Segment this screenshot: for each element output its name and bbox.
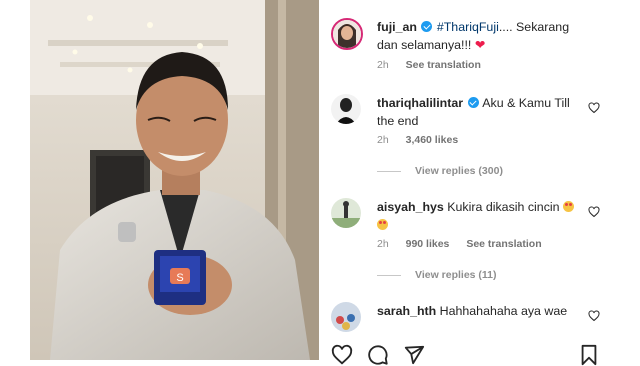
comments-panel: fuji_an #ThariqFuji.... Sekarang dan sel… — [319, 0, 610, 366]
heart-eyes-emoji-icon — [563, 201, 574, 212]
avatar[interactable] — [331, 94, 361, 124]
page-margin — [610, 0, 640, 360]
see-translation-link[interactable]: See translation — [466, 238, 541, 250]
red-heart-emoji: ❤ — [474, 38, 486, 52]
post-video-image: S — [30, 0, 319, 360]
post-action-bar — [331, 344, 601, 366]
comment-username[interactable]: sarah_hth — [377, 304, 436, 318]
like-heart-icon[interactable] — [588, 310, 600, 322]
heart-eyes-emoji-icon — [377, 219, 388, 230]
comment-likes[interactable]: 3,460 likes — [406, 134, 459, 146]
caption-hashtag[interactable]: #ThariqFuji — [437, 20, 499, 34]
comment-time: 2h — [377, 238, 389, 250]
heart-icon[interactable] — [331, 344, 353, 366]
comment-text: Kukira dikasih cincin — [447, 200, 560, 214]
save-icon[interactable] — [579, 344, 599, 366]
avatar-image — [333, 20, 361, 48]
like-heart-icon[interactable] — [588, 102, 600, 114]
see-translation-link[interactable]: See translation — [406, 59, 481, 71]
like-heart-icon[interactable] — [588, 206, 600, 218]
verified-badge-icon — [421, 21, 433, 32]
avatar-image — [331, 198, 361, 228]
avatar[interactable] — [331, 302, 361, 332]
svg-text:S: S — [176, 272, 183, 284]
avatar[interactable] — [331, 198, 361, 228]
comment-meta: 2h 3,460 likes — [377, 134, 458, 146]
avatar-image — [331, 302, 361, 332]
comment-meta: 2h 990 likes See translation — [377, 238, 542, 250]
comment-username[interactable]: thariqhalilintar — [377, 96, 463, 110]
caption-username[interactable]: fuji_an — [377, 20, 417, 34]
share-icon[interactable] — [403, 344, 425, 366]
comment-username[interactable]: aisyah_hys — [377, 200, 444, 214]
view-replies-link[interactable]: View replies (300) — [377, 165, 503, 177]
verified-badge-icon — [467, 97, 479, 108]
comment-time: 2h — [377, 134, 389, 146]
caption-meta: 2h See translation — [377, 59, 481, 71]
comment-text: Hahhahahaha aya wae — [439, 304, 568, 318]
avatar-image — [331, 94, 361, 124]
comment-icon[interactable] — [367, 344, 389, 366]
post-video[interactable]: S — [30, 0, 319, 360]
avatar[interactable] — [331, 18, 363, 50]
caption-time: 2h — [377, 59, 389, 71]
view-replies-link[interactable]: View replies (11) — [377, 269, 497, 281]
comment-likes[interactable]: 990 likes — [406, 238, 450, 250]
